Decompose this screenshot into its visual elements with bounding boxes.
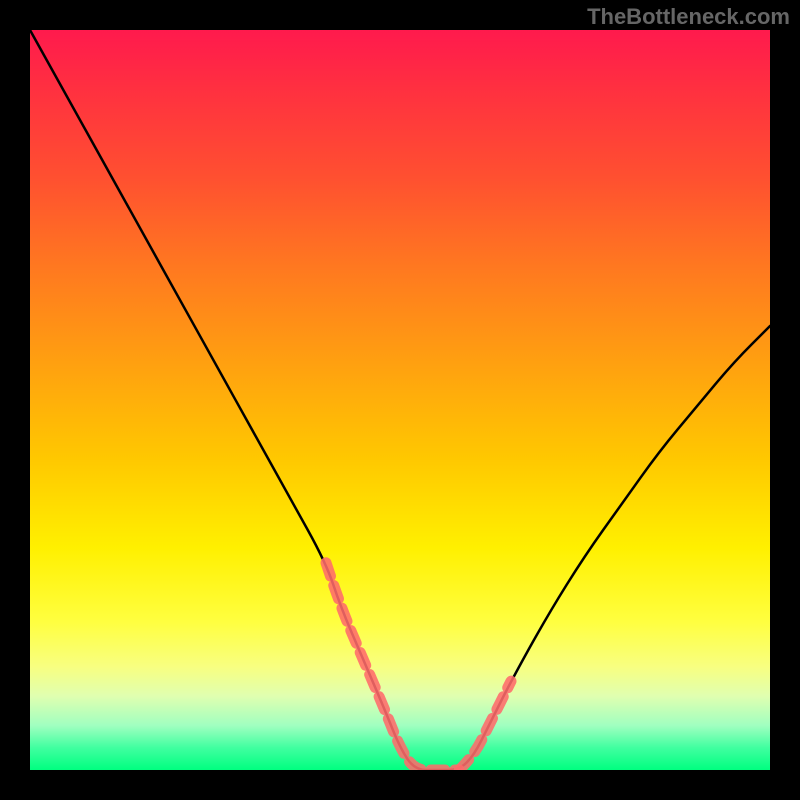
- bottleneck-curve: [30, 30, 770, 770]
- curve-svg: [30, 30, 770, 770]
- highlight-segment-right: [459, 681, 511, 770]
- chart-container: TheBottleneck.com: [0, 0, 800, 800]
- plot-area: [30, 30, 770, 770]
- highlight-segment-left: [326, 563, 459, 770]
- watermark-text: TheBottleneck.com: [587, 4, 790, 30]
